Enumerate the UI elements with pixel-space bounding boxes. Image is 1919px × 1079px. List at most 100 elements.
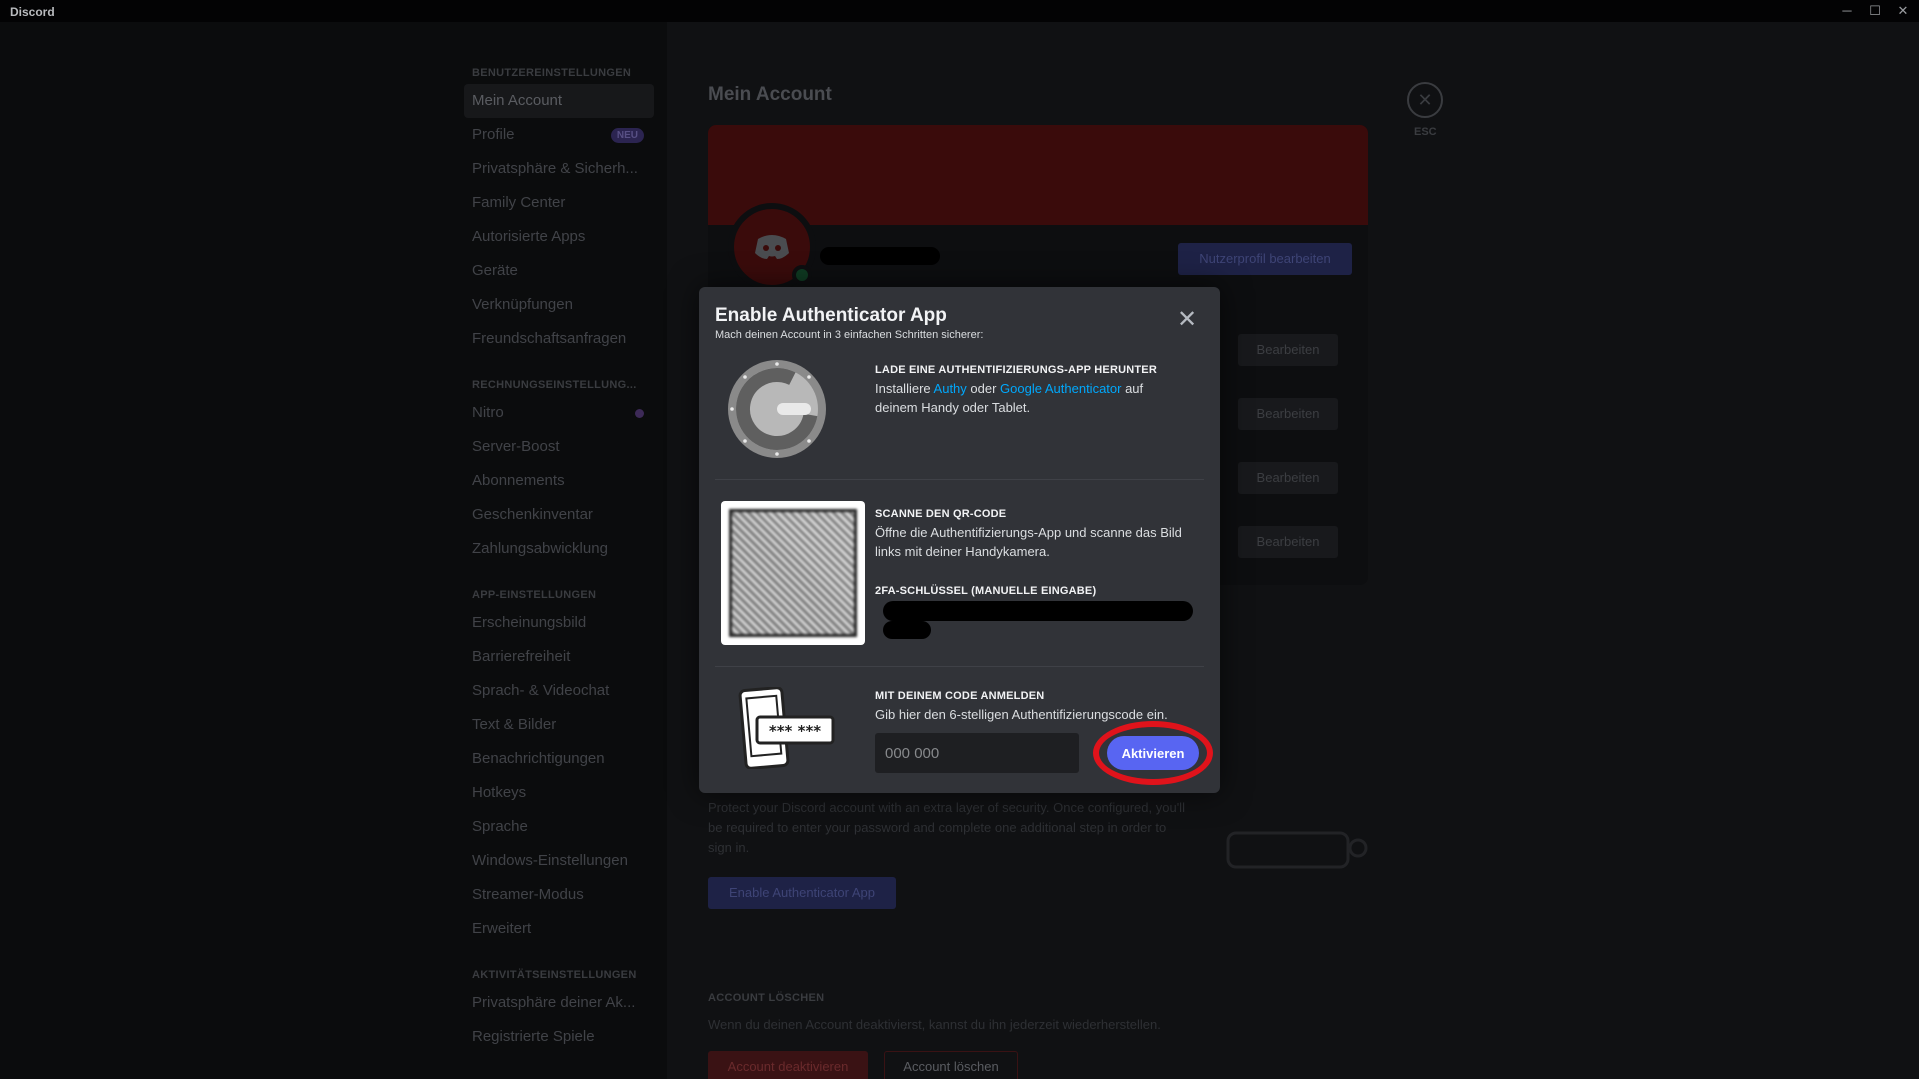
sidebar-item-label: Abonnements <box>472 472 565 489</box>
status-indicator <box>792 265 812 285</box>
sidebar-item[interactable]: Privatsphäre deiner Ak... <box>464 986 654 1020</box>
sidebar-item[interactable]: Erscheinungsbild <box>464 606 654 640</box>
esc-label: ESC <box>1414 126 1437 138</box>
delete-account-text: Wenn du deinen Account deaktivierst, kan… <box>708 1017 1161 1032</box>
sidebar-item[interactable]: Geschenkinventar <box>464 498 654 532</box>
sidebar-item[interactable]: Hotkeys <box>464 776 654 810</box>
step1-heading: LADE EINE AUTHENTIFIZIERUNGS-APP HERUNTE… <box>875 364 1157 376</box>
phone-code-icon: *** *** <box>738 687 835 769</box>
step3-heading: MIT DEINEM CODE ANMELDEN <box>875 690 1045 702</box>
edit-username-button[interactable]: Bearbeiten <box>1238 334 1338 366</box>
step1-text-mid: oder <box>966 381 1001 396</box>
step2-heading: SCANNE DEN QR-CODE <box>875 508 1007 520</box>
sidebar-item-label: Sprach- & Videochat <box>472 682 610 699</box>
sidebar-item-label: Server-Boost <box>472 438 560 455</box>
sidebar-item[interactable]: Nitro <box>464 396 654 430</box>
sidebar-item-label: Benachrichtigungen <box>472 750 605 767</box>
modal-title: Enable Authenticator App <box>715 305 947 326</box>
sidebar-item[interactable]: Family Center <box>464 186 654 220</box>
new-badge: NEU <box>610 128 644 143</box>
sidebar-item[interactable]: Sprach- & Videochat <box>464 674 654 708</box>
sidebar-item-label: Erweitert <box>472 920 532 937</box>
maximize-icon[interactable]: ☐ <box>1864 2 1886 20</box>
google-authenticator-icon <box>728 360 826 458</box>
minimize-icon[interactable]: ─ <box>1836 2 1858 20</box>
sidebar-item-label: Autorisierte Apps <box>472 228 586 245</box>
close-window-icon[interactable]: ✕ <box>1892 2 1914 20</box>
code-input[interactable] <box>875 733 1079 773</box>
sidebar-item-label: Text & Bilder <box>472 716 557 733</box>
enable-authenticator-button[interactable]: Enable Authenticator App <box>708 877 896 909</box>
redacted-key <box>883 601 1193 621</box>
sidebar-item-label: Family Center <box>472 194 566 211</box>
sidebar-item[interactable]: Verknüpfungen <box>464 288 654 322</box>
nav-section-header: APP-EINSTELLUNGEN <box>472 589 597 601</box>
nitro-dot-icon <box>635 409 644 418</box>
nav-gap <box>464 946 654 964</box>
sidebar-item-label: Verknüpfungen <box>472 296 573 313</box>
sidebar-item-label: Registrierte Spiele <box>472 1028 595 1045</box>
step1-text-pre: Installiere <box>875 381 934 396</box>
modal-subtitle: Mach deinen Account in 3 einfachen Schri… <box>715 329 984 341</box>
settings-nav: BENUTZEREINSTELLUNGEN Mein Account Profile… <box>464 62 654 1054</box>
step2-text: Öffne die Authentifizierungs-App und sca… <box>875 525 1182 559</box>
sidebar-item[interactable]: Profile NEU <box>464 118 654 152</box>
google-authenticator-link[interactable]: Google Authenticator <box>1000 381 1121 396</box>
sidebar-item[interactable]: Abonnements <box>464 464 654 498</box>
sidebar-item-label: Privatsphäre deiner Ak... <box>472 994 636 1011</box>
sidebar-item[interactable]: Benachrichtigungen <box>464 742 654 776</box>
sidebar-item[interactable]: Server-Boost <box>464 430 654 464</box>
app-title: Discord <box>10 5 55 19</box>
sidebar-item[interactable]: Geräte <box>464 254 654 288</box>
delete-account-header: ACCOUNT LÖSCHEN <box>708 992 825 1004</box>
activate-button[interactable]: Aktivieren <box>1107 736 1199 770</box>
sidebar-item-label: Nitro <box>472 404 504 421</box>
sidebar-item-label: Hotkeys <box>472 784 527 801</box>
sidebar-item[interactable]: Autorisierte Apps <box>464 220 654 254</box>
twofa-illustration-icon <box>1218 818 1368 878</box>
edit-profile-button[interactable]: Nutzerprofil bearbeiten <box>1178 243 1352 275</box>
sidebar-item[interactable]: Registrierte Spiele <box>464 1020 654 1054</box>
edit-phone-button[interactable]: Bearbeiten <box>1238 526 1338 558</box>
sidebar-item-label: Streamer-Modus <box>472 886 584 903</box>
close-settings-icon[interactable]: ✕ <box>1407 82 1443 118</box>
sidebar-item-label: Geräte <box>472 262 518 279</box>
sidebar-item[interactable]: Privatsphäre & Sicherh... <box>464 152 654 186</box>
sidebar-item-label: Zahlungsabwicklung <box>472 540 608 557</box>
sidebar-item-label: Privatsphäre & Sicherh... <box>472 160 638 177</box>
divider <box>715 479 1204 480</box>
nav-section-header: AKTIVITÄTSEINSTELLUNGEN <box>472 969 637 981</box>
edit-email-button[interactable]: Bearbeiten <box>1238 462 1338 494</box>
sidebar-item[interactable]: Mein Account <box>464 84 654 118</box>
sidebar-item-label: Freundschaftsanfragen <box>472 330 627 347</box>
authy-link[interactable]: Authy <box>934 381 967 396</box>
sidebar-item-label: Barrierefreiheit <box>472 648 571 665</box>
deactivate-account-button[interactable]: Account deaktivieren <box>708 1051 868 1079</box>
sidebar-item-label: Windows-Einstellungen <box>472 852 628 869</box>
nav-section-header: RECHNUNGSEINSTELLUNG... <box>472 379 637 391</box>
sidebar-item[interactable]: Zahlungsabwicklung <box>464 532 654 566</box>
sidebar-item[interactable]: Sprache <box>464 810 654 844</box>
phone-code-text: *** *** <box>769 722 821 740</box>
sidebar-item[interactable]: Windows-Einstellungen <box>464 844 654 878</box>
edit-displayname-button[interactable]: Bearbeiten <box>1238 398 1338 430</box>
sidebar-item[interactable]: Freundschaftsanfragen <box>464 322 654 356</box>
sidebar-item-label: Sprache <box>472 818 528 835</box>
sidebar-item[interactable]: Erweitert <box>464 912 654 946</box>
sidebar-item-label: Profile <box>472 126 515 143</box>
sidebar-item[interactable]: Streamer-Modus <box>464 878 654 912</box>
sidebar-item-label: Geschenkinventar <box>472 506 593 523</box>
sidebar-item[interactable]: Text & Bilder <box>464 708 654 742</box>
sidebar-item-label: Erscheinungsbild <box>472 614 587 631</box>
authenticator-modal: Enable Authenticator App Mach deinen Acc… <box>699 287 1220 793</box>
delete-account-button[interactable]: Account löschen <box>884 1051 1018 1079</box>
nav-gap <box>464 356 654 374</box>
redacted-key-end <box>883 621 931 639</box>
redacted-username <box>820 247 940 265</box>
sidebar-item[interactable]: Barrierefreiheit <box>464 640 654 674</box>
twofa-description: Protect your Discord account with an ext… <box>708 800 1185 855</box>
twofa-key-heading: 2FA-SCHLÜSSEL (MANUELLE EINGABE) <box>875 585 1097 597</box>
close-icon[interactable]: ✕ <box>1175 308 1199 333</box>
nav-section-header: BENUTZEREINSTELLUNGEN <box>472 67 632 79</box>
nav-gap <box>464 566 654 584</box>
